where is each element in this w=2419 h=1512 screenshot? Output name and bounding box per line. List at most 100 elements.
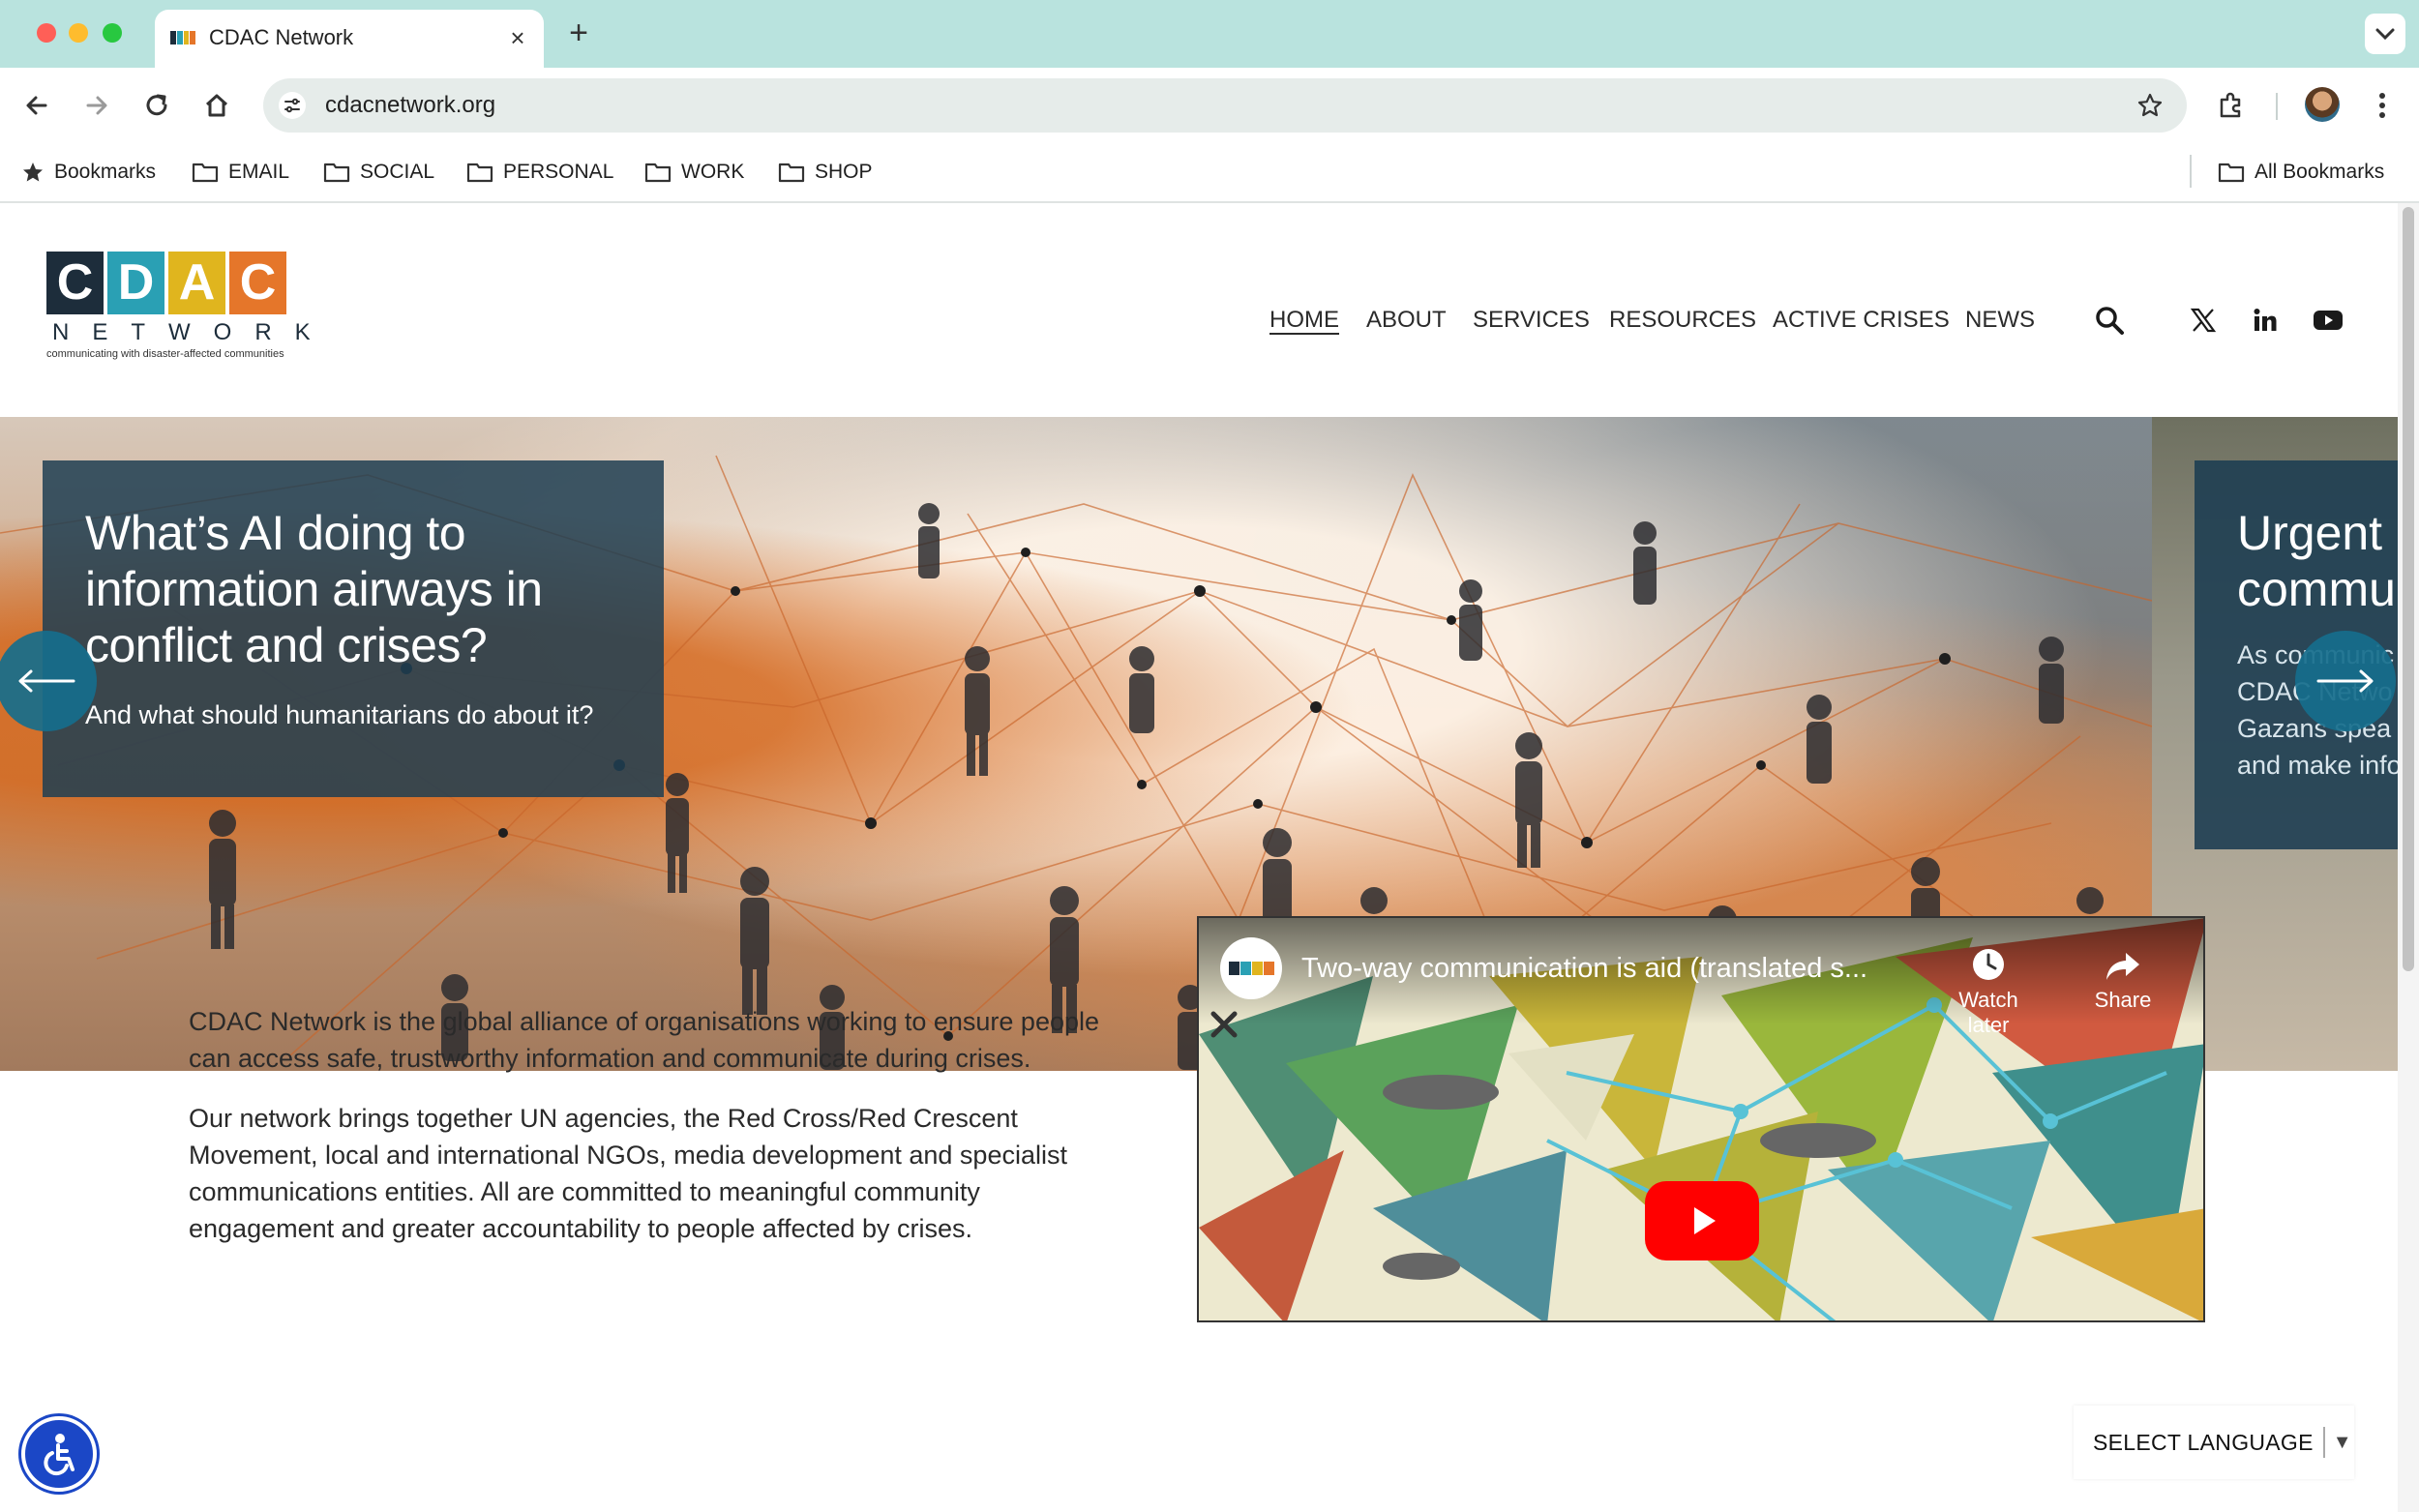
folder-icon [644,163,672,183]
accessibility-button[interactable] [21,1416,97,1492]
linkedin-icon [2254,309,2277,331]
bookmark-label: WORK [681,161,745,183]
cdac-favicon-icon [170,31,195,44]
channel-avatar[interactable] [1220,937,1282,999]
site-settings-icon[interactable] [279,92,306,119]
youtube-social-link[interactable] [2306,298,2350,342]
hero-title[interactable]: What’s AI doing to information airways i… [85,505,646,673]
play-icon [1694,1207,1716,1234]
browser-tab-active[interactable]: CDAC Network × [155,10,544,68]
maximize-window-button[interactable] [103,23,122,43]
minimize-window-button[interactable] [69,23,88,43]
bookmark-label: SOCIAL [360,161,435,183]
folder-icon [323,163,350,183]
logo-tagline: communicating with disaster-affected com… [46,348,284,360]
site-search-button[interactable] [2087,298,2132,342]
chevron-down-icon [2375,28,2395,41]
hero-next-title: Urgent c commu [2237,505,2398,617]
back-button[interactable] [15,84,58,127]
nav-news[interactable]: NEWS [1965,298,2035,342]
close-x-icon [1210,1011,1238,1038]
nav-about[interactable]: ABOUT [1366,298,1447,342]
nav-home[interactable]: HOME [1269,298,1339,342]
logo-letters: C D A C [46,252,327,314]
logo-letter: A [168,252,225,314]
bookmark-star-icon[interactable] [2136,92,2164,119]
arrow-right-icon [86,96,107,115]
logo-letter: C [46,252,104,314]
all-bookmarks-button[interactable]: All Bookmarks [2218,143,2384,201]
extensions-button[interactable] [2210,84,2253,127]
x-social-link[interactable] [2181,298,2225,342]
logo-letter: D [107,252,164,314]
tab-close-icon[interactable]: × [503,23,532,52]
bookmarks-bar: Bookmarks EMAIL SOCIAL PERSONAL WORK SHO… [0,143,2419,203]
language-selector[interactable]: SELECT LANGUAGE ▼ [2074,1406,2354,1479]
bookmark-label: PERSONAL [503,161,614,183]
linkedin-social-link[interactable] [2243,298,2287,342]
bookmark-folder-shop[interactable]: SHOP [778,143,873,201]
hero-subtitle: And what should humanitarians do about i… [85,700,594,729]
hero-next-body-line: and make info [2237,751,2398,780]
intro-paragraph-2: Our network brings together UN agencies,… [189,1104,1067,1243]
home-button[interactable] [195,84,238,127]
slider-next-button[interactable] [2295,631,2396,731]
intro-text: CDAC Network is the global alliance of o… [189,1003,1118,1270]
folder-icon [2218,163,2245,183]
forward-button[interactable] [75,84,118,127]
browser-menu-button[interactable] [2361,84,2404,127]
reload-icon [146,94,167,116]
star-icon [23,163,43,182]
share-arrow-icon [2106,953,2139,980]
language-selector-label: SELECT LANGUAGE [2093,1429,2314,1455]
folder-icon [192,163,219,183]
arrow-left-icon [18,669,75,693]
home-icon [205,94,228,117]
reload-button[interactable] [135,84,178,127]
watch-later-button[interactable]: Watch later [1935,939,2042,1038]
folder-icon [466,163,493,183]
watch-later-label: Watch later [1958,988,2018,1037]
youtube-video-embed[interactable]: Two-way communication is aid (translated… [1197,916,2205,1322]
triangle-down-icon: ▼ [2332,1431,2352,1453]
puzzle-icon [2220,92,2241,118]
bookmark-folder-social[interactable]: SOCIAL [323,143,434,201]
bookmark-bookmarks[interactable]: Bookmarks [21,143,156,201]
share-button[interactable]: Share [2070,939,2176,1013]
address-bar[interactable]: cdacnetwork.org [263,78,2187,133]
page-scrollbar[interactable] [2398,203,2419,1512]
youtube-icon [2314,311,2343,330]
browser-tab-strip: CDAC Network × + [0,0,2419,68]
wheelchair-icon [44,1434,75,1476]
hero-caption[interactable]: What’s AI doing to information airways i… [43,460,664,797]
url-text[interactable]: cdacnetwork.org [325,78,495,133]
bookmark-label: SHOP [815,161,873,183]
all-bookmarks-label: All Bookmarks [2255,161,2385,183]
scrollbar-thumb[interactable] [2403,207,2414,971]
webpage: C D A C NETWORK communicating with disas… [0,203,2398,1512]
nav-services[interactable]: SERVICES [1473,298,1590,342]
language-selector-divider [2322,1427,2325,1458]
intro-paragraph-1: CDAC Network is the global alliance of o… [189,1007,1100,1073]
slider-prev-button[interactable] [0,631,97,731]
profile-avatar[interactable] [2305,87,2340,122]
nav-active-crises[interactable]: ACTIVE CRISES [1773,298,1950,342]
toolbar-divider [2276,93,2278,120]
cdac-logo[interactable]: C D A C NETWORK communicating with disas… [46,252,327,377]
clock-icon [1973,949,2004,980]
video-title[interactable]: Two-way communication is aid (translated… [1301,953,1867,985]
tab-title: CDAC Network [209,25,354,49]
bookmark-folder-email[interactable]: EMAIL [192,143,289,201]
bookmarks-divider [2190,155,2192,188]
nav-resources[interactable]: RESOURCES [1609,298,1756,342]
close-window-button[interactable] [37,23,56,43]
video-play-button[interactable] [1645,1181,1759,1260]
new-tab-button[interactable]: + [561,15,596,50]
bookmark-label: Bookmarks [54,161,157,183]
search-icon [2096,307,2124,335]
bookmark-folder-work[interactable]: WORK [644,143,744,201]
browser-toolbar: cdacnetwork.org [0,68,2419,143]
bookmark-folder-personal[interactable]: PERSONAL [466,143,613,201]
arrow-right-icon [2316,669,2374,693]
tab-search-button[interactable] [2365,14,2405,54]
